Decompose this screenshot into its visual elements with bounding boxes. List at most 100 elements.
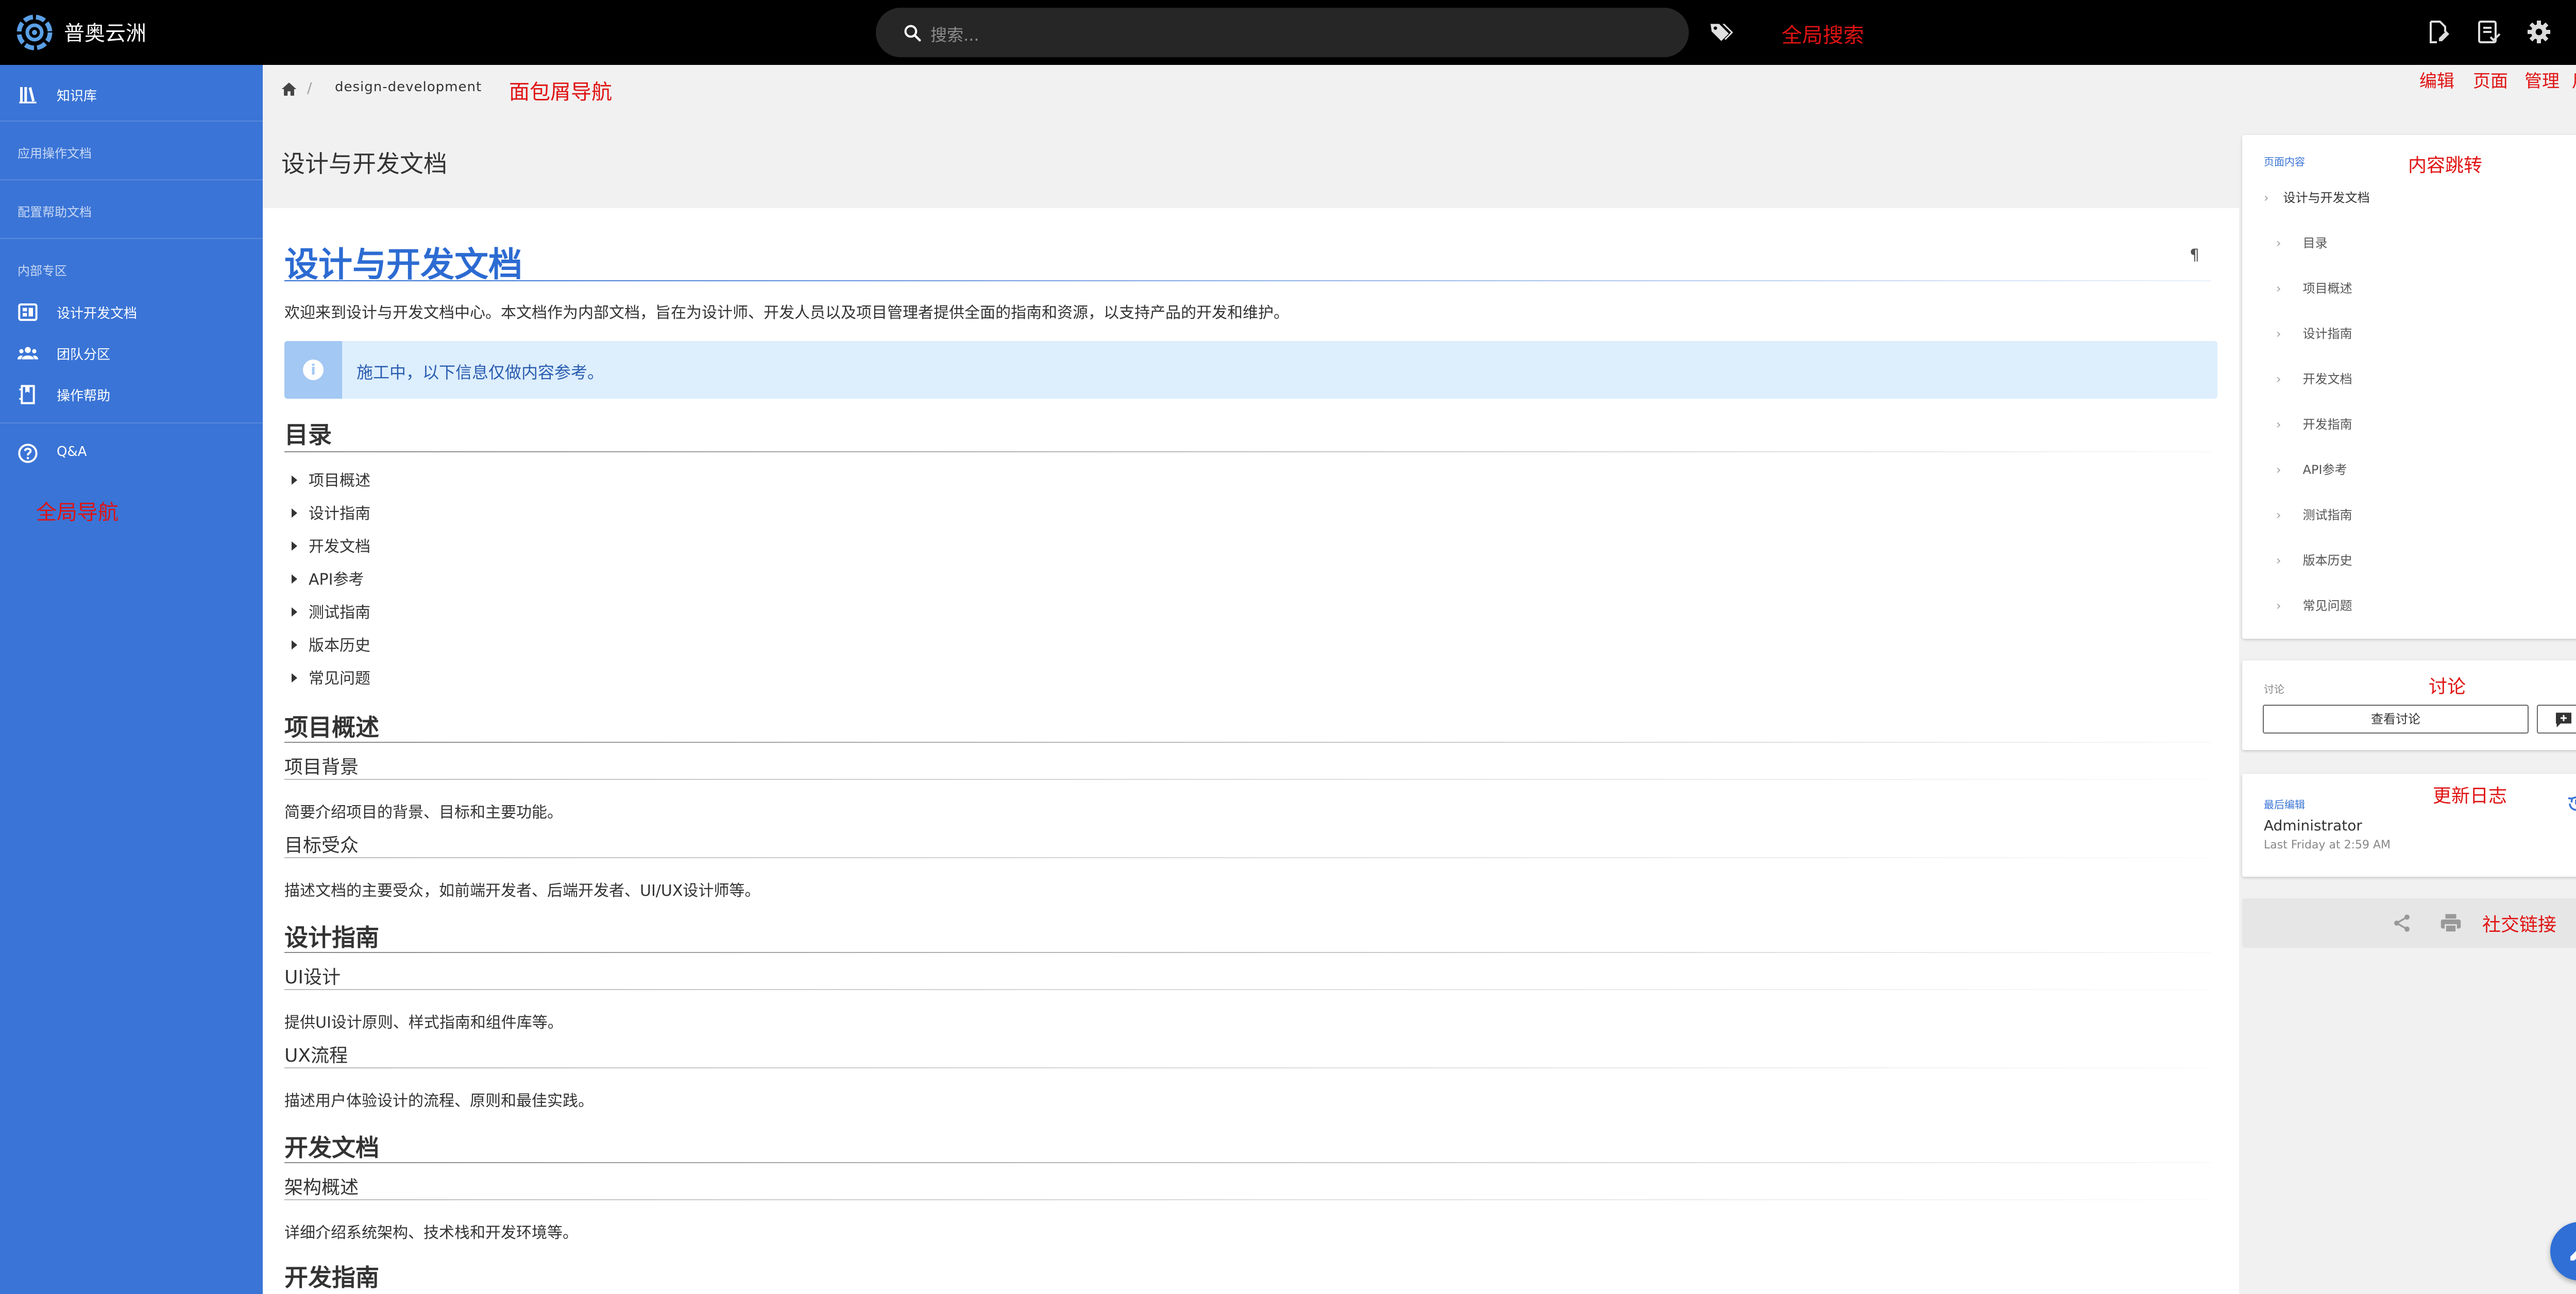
- comment-icon: [2556, 712, 2571, 727]
- outline-link-label: 目录: [2302, 236, 2328, 250]
- toc-link-label: 项目概述: [309, 472, 370, 490]
- toc-link-label: 开发文档: [309, 538, 370, 556]
- history-icon[interactable]: [2567, 794, 2576, 813]
- outline-link[interactable]: › 测试指南: [2276, 505, 2352, 523]
- caret-right-icon: [292, 541, 297, 551]
- intro-paragraph: 欢迎来到设计与开发文档中心。本文档作为内部文档，旨在为设计师、开发人员以及项目管…: [284, 304, 1289, 322]
- search-bar[interactable]: 搜索...: [876, 8, 1689, 57]
- subsection-heading: 目标受众: [284, 835, 359, 856]
- divider: [0, 179, 263, 180]
- heading-underline: [284, 1067, 2211, 1068]
- sidebar-item-label: 设计开发文档: [57, 306, 138, 321]
- chevron-right-icon: ›: [2276, 508, 2281, 522]
- outline-link[interactable]: › 开发文档: [2276, 369, 2352, 387]
- sidebar-item-label: 知识库: [57, 89, 97, 104]
- outline-link[interactable]: › 开发指南: [2276, 414, 2352, 432]
- gear-icon[interactable]: [2527, 20, 2551, 44]
- outline-link-label: 版本历史: [2302, 553, 2352, 568]
- outline-link[interactable]: › 目录: [2276, 233, 2328, 251]
- sidebar-item-qa[interactable]: Q&A: [0, 432, 263, 473]
- toc-link[interactable]: 测试指南: [292, 600, 370, 622]
- outline-link[interactable]: › 常见问题: [2276, 595, 2352, 614]
- annotation-content-jump: 内容跳转: [2408, 155, 2483, 176]
- logo-icon[interactable]: [14, 12, 55, 53]
- toc-link[interactable]: 设计指南: [292, 501, 370, 523]
- annotation-discussion: 讨论: [2429, 676, 2466, 697]
- toc-link[interactable]: API参考: [292, 567, 364, 589]
- section-heading: 设计指南: [284, 924, 379, 951]
- new-comment-button[interactable]: [2537, 705, 2576, 734]
- outline-link-label: 项目概述: [2302, 281, 2352, 296]
- sidebar-item-label: Q&A: [57, 444, 87, 459]
- sidebar-item-app-docs[interactable]: 应用操作文档: [18, 143, 92, 161]
- heading-toc: 目录: [284, 421, 332, 449]
- annotation-edit: 编辑: [2419, 71, 2454, 92]
- toc-link-label: 测试指南: [309, 604, 370, 622]
- outline-link[interactable]: › API参考: [2276, 459, 2347, 478]
- outline-link[interactable]: › 项目概述: [2276, 278, 2352, 296]
- edit-fab-button[interactable]: [2550, 1222, 2576, 1281]
- toc-link[interactable]: 常见问题: [292, 666, 370, 688]
- heading-underline: [284, 451, 2211, 452]
- heading-underline: [284, 989, 2211, 990]
- sidebar-item-design-dev-docs[interactable]: 设计开发文档: [0, 291, 263, 332]
- section-paragraph: 描述用户体验设计的流程、原则和最佳实践。: [284, 1092, 594, 1110]
- page-contents-label: 页面内容: [2264, 156, 2305, 168]
- outline-link-label: 测试指南: [2302, 508, 2352, 522]
- chevron-right-icon: ›: [2276, 327, 2281, 341]
- toc-link[interactable]: 版本历史: [292, 633, 370, 655]
- annotation-admin: 管理: [2524, 71, 2560, 92]
- caret-right-icon: [292, 607, 297, 617]
- brand-name[interactable]: 普奥云洲: [64, 16, 146, 46]
- book-icon: [19, 385, 35, 404]
- chevron-right-icon: ›: [2276, 599, 2281, 613]
- heading-underline: [284, 742, 2211, 743]
- article-title: 设计与开发文档: [284, 245, 522, 284]
- divider: [0, 238, 263, 239]
- discussion-card: 讨论 讨论 查看讨论: [2242, 660, 2576, 750]
- last-edit-user: Administrator: [2264, 817, 2362, 834]
- edit-page-icon[interactable]: [2426, 20, 2450, 44]
- sidebar-item-label: 团队分区: [57, 347, 111, 363]
- sidebar-item-help[interactable]: 操作帮助: [0, 373, 263, 414]
- caret-right-icon: [292, 508, 297, 518]
- sidebar-item-config-docs[interactable]: 配置帮助文档: [18, 202, 92, 220]
- home-icon[interactable]: [280, 80, 298, 98]
- divider: [0, 121, 263, 122]
- article-content: 设计与开发文档 ¶ 欢迎来到设计与开发文档中心。本文档作为内部文档，旨在为设计师…: [263, 208, 2239, 1294]
- search-input[interactable]: 搜索...: [930, 22, 979, 46]
- chevron-right-icon: ›: [2276, 281, 2281, 296]
- heading-underline: [284, 952, 2211, 953]
- section-heading: 项目概述: [284, 713, 379, 741]
- toc-link[interactable]: 开发文档: [292, 534, 370, 556]
- page-list-icon[interactable]: [2476, 20, 2501, 44]
- outline-link-label: 开发指南: [2302, 417, 2352, 432]
- section-paragraph: 提供UI设计原则、样式指南和组件库等。: [284, 1014, 563, 1032]
- discussion-label: 讨论: [2264, 683, 2284, 695]
- annotation-user: 用户: [2572, 67, 2576, 92]
- outline-link[interactable]: › 设计指南: [2276, 324, 2352, 342]
- sidebar-item-team[interactable]: 团队分区: [0, 332, 263, 373]
- last-edit-time: Last Friday at 2:59 AM: [2264, 839, 2391, 852]
- toc-link[interactable]: 项目概述: [292, 468, 370, 490]
- outline-link[interactable]: › 版本历史: [2276, 550, 2352, 568]
- chevron-right-icon: ›: [2276, 553, 2281, 568]
- page-header: 设计与开发文档: [263, 116, 2239, 208]
- heading-underline: [284, 1162, 2211, 1163]
- view-discussion-button[interactable]: 查看讨论: [2263, 705, 2529, 734]
- share-icon[interactable]: [2392, 913, 2412, 933]
- anchor-link-icon[interactable]: ¶: [2190, 246, 2199, 264]
- print-icon[interactable]: [2440, 913, 2462, 933]
- outline-link-top[interactable]: › 设计与开发文档: [2264, 188, 2370, 206]
- section-paragraph: 详细介绍系统架构、技术栈和开发环境等。: [284, 1224, 578, 1242]
- breadcrumb-item[interactable]: design-development: [335, 79, 482, 95]
- section-heading: 开发文档: [284, 1134, 379, 1162]
- sidebar-item-knowledge-base[interactable]: 知识库: [0, 73, 263, 114]
- toc-link-label: 版本历史: [309, 637, 370, 655]
- breadcrumb-separator: /: [307, 79, 312, 96]
- tags-icon[interactable]: [1708, 21, 1734, 44]
- heading-underline: [284, 857, 2211, 858]
- annotation-global-nav: 全局导航: [36, 501, 118, 524]
- outline-link-label: 设计指南: [2302, 327, 2352, 341]
- caret-right-icon: [292, 673, 297, 683]
